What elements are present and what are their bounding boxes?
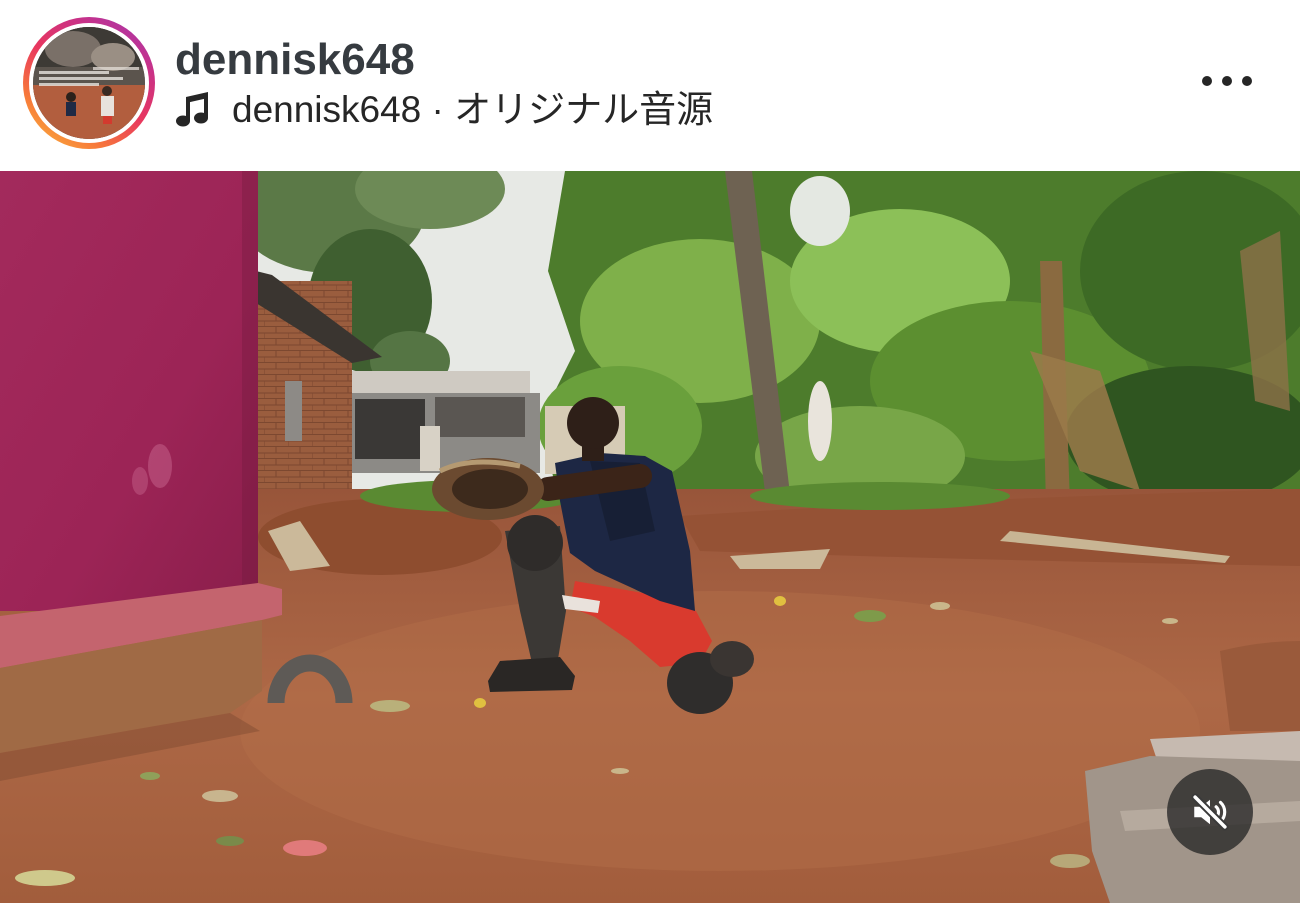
avatar-ring-gap <box>29 23 149 143</box>
more-dot <box>1242 76 1252 86</box>
more-options-button[interactable] <box>1192 64 1262 98</box>
original-audio-link[interactable]: dennisk648 · オリジナル音源 <box>232 91 713 128</box>
avatar <box>33 27 145 139</box>
more-dot <box>1222 76 1232 86</box>
post-header: dennisk648 dennisk648 · オリジナル音源 <box>0 0 1300 171</box>
music-note-icon <box>176 92 208 127</box>
avatar-thumbnail <box>33 27 145 139</box>
username-link[interactable]: dennisk648 <box>175 38 415 82</box>
muted-speaker-icon <box>1191 793 1229 831</box>
mute-toggle-button[interactable] <box>1167 769 1253 855</box>
video-frame <box>0 171 1300 903</box>
pink-wall <box>0 171 282 781</box>
video-player[interactable] <box>0 171 1300 903</box>
story-ring-avatar[interactable] <box>23 17 155 149</box>
more-dot <box>1202 76 1212 86</box>
